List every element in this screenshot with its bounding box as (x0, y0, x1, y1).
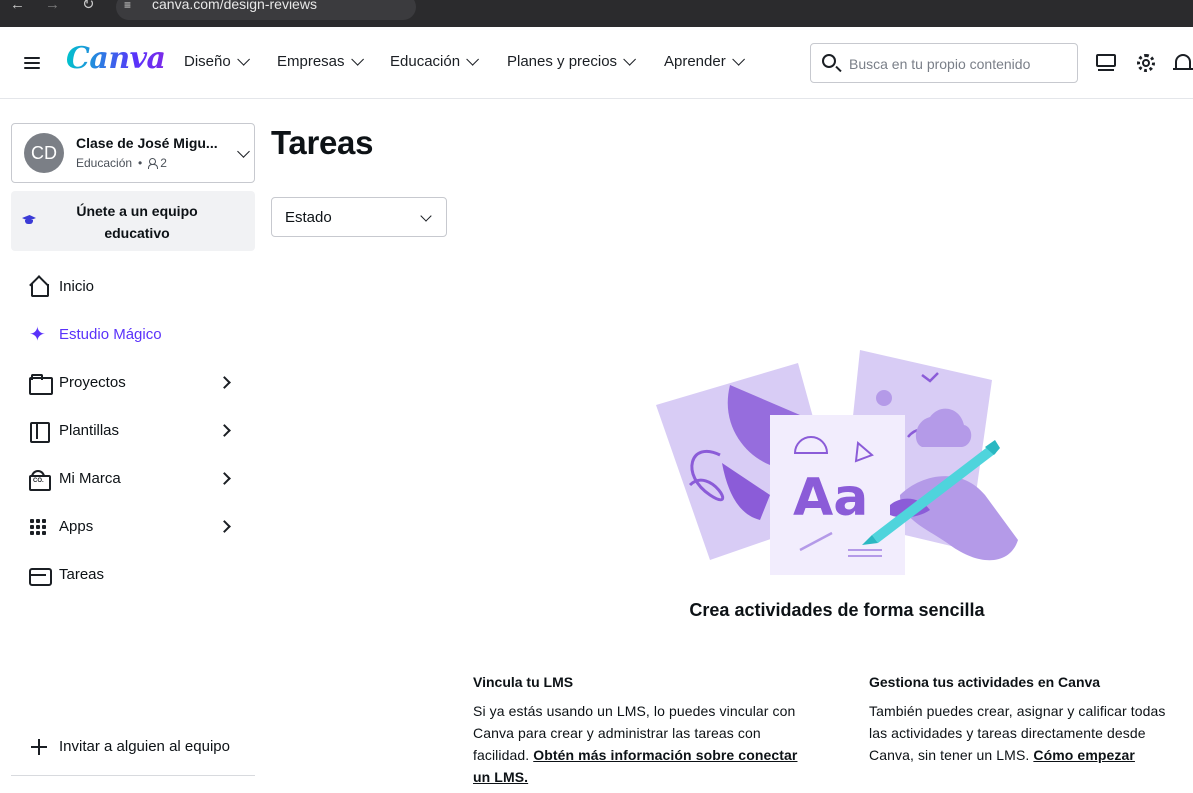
sidebar-item-proyectos[interactable]: Proyectos (11, 363, 255, 403)
menu-icon[interactable] (24, 57, 40, 69)
chevron-down-icon (731, 53, 745, 66)
url-text: canva.com/design-reviews (152, 0, 317, 12)
sparkle-icon: ✦ (29, 324, 46, 346)
manage-section: Gestiona tus actividades en Canva Tambié… (869, 674, 1187, 766)
sidebar-item-mi-marca[interactable]: Mi Marca (11, 459, 255, 499)
chevron-right-icon (218, 520, 231, 533)
chevron-down-icon (350, 53, 364, 66)
forward-arrow-icon[interactable]: → (45, 0, 63, 14)
divider (11, 775, 255, 776)
nav-diseno[interactable]: Diseño (184, 53, 250, 70)
assignments-illustration: Aa (656, 350, 1018, 575)
sidebar-item-tareas[interactable]: Tareas (11, 555, 255, 595)
sidebar-item-apps[interactable]: Apps (11, 507, 255, 547)
chevron-right-icon (218, 472, 231, 485)
chevron-down-icon (236, 53, 250, 66)
sidebar-item-label: Inicio (59, 278, 95, 295)
manage-description: También puedes crear, asignar y califica… (869, 700, 1187, 766)
nav-label: Aprender (664, 53, 726, 70)
person-icon (148, 158, 159, 169)
nav-label: Diseño (184, 53, 231, 70)
team-name: Clase de José Migu... (76, 135, 218, 151)
sidebar-item-inicio[interactable]: Inicio (11, 267, 255, 307)
sidebar-item-label: Estudio Mágico (59, 326, 162, 343)
lms-heading: Vincula tu LMS (473, 674, 574, 690)
browser-toolbar: ← → ↻ ≡ canva.com/design-reviews (0, 0, 1193, 27)
chevron-down-icon (420, 210, 432, 222)
chevron-down-icon (623, 53, 637, 66)
join-button-label: Únete a un equipo educativo (76, 203, 198, 241)
sidebar-item-label: Apps (59, 518, 94, 535)
reload-icon[interactable]: ↻ (82, 0, 100, 14)
chevron-right-icon (218, 376, 231, 389)
team-meta: Educación • 2 (76, 156, 167, 170)
invite-button[interactable]: Invitar a alguien al equipo (11, 727, 255, 767)
invite-label: Invitar a alguien al equipo (59, 738, 230, 755)
monitor-icon[interactable] (1095, 51, 1119, 75)
canva-logo[interactable]: Canva (66, 41, 166, 76)
inbox-icon (29, 565, 52, 586)
sidebar-item-estudio-magico[interactable]: ✦ Estudio Mágico (11, 315, 255, 355)
gear-icon[interactable] (1134, 51, 1158, 75)
illustration-aa-text: Aa (793, 468, 868, 528)
join-education-team-button[interactable]: Únete a un equipo educativo (11, 191, 255, 251)
graduation-cap-icon (22, 215, 36, 226)
nav-label: Empresas (277, 53, 345, 70)
template-icon (29, 421, 50, 443)
sidebar-item-label: Mi Marca (59, 470, 121, 487)
sidebar-item-label: Plantillas (59, 422, 120, 439)
nav-aprender[interactable]: Aprender (664, 53, 745, 70)
bell-icon[interactable] (1173, 51, 1193, 75)
nav-empresas[interactable]: Empresas (277, 53, 364, 70)
member-count: 2 (160, 156, 167, 170)
status-dropdown-value: Estado (285, 209, 332, 226)
top-header: Canva Diseño Empresas Educación Planes y… (0, 27, 1193, 99)
nav-educacion[interactable]: Educación (390, 53, 480, 70)
lms-description: Si ya estás usando un LMS, lo puedes vin… (473, 700, 813, 788)
illustration-hand (900, 476, 1018, 561)
manage-heading: Gestiona tus actividades en Canva (869, 674, 1101, 690)
chevron-down-icon (237, 145, 250, 158)
empty-state-title: Crea actividades de forma sencilla (689, 600, 985, 620)
search-input[interactable] (849, 53, 1071, 75)
nav-label: Planes y precios (507, 53, 618, 70)
search-box[interactable] (810, 43, 1078, 83)
folder-icon (29, 373, 53, 395)
chevron-right-icon (218, 424, 231, 437)
avatar: CD (24, 133, 64, 173)
team-switcher[interactable]: CD Clase de José Migu... Educación • 2 (11, 123, 255, 183)
illustration-sun (876, 390, 892, 406)
search-icon (822, 54, 836, 68)
site-settings-icon[interactable]: ≡ (124, 0, 131, 12)
nav-label: Educación (390, 53, 461, 70)
separator-dot: • (138, 156, 143, 170)
plus-icon (31, 739, 47, 755)
status-dropdown[interactable]: Estado (271, 197, 447, 237)
chevron-down-icon (466, 53, 480, 66)
sidebar-item-plantillas[interactable]: Plantillas (11, 411, 255, 451)
sidebar-item-label: Tareas (59, 566, 105, 583)
home-icon (29, 277, 49, 297)
back-arrow-icon[interactable]: ← (10, 0, 28, 14)
brand-kit-icon (29, 469, 51, 491)
lms-section: Vincula tu LMS Si ya estás usando un LMS… (473, 674, 813, 788)
apps-grid-icon (29, 517, 49, 537)
page-title: Tareas (271, 124, 374, 161)
sidebar-item-label: Proyectos (59, 374, 126, 391)
nav-planes[interactable]: Planes y precios (507, 53, 637, 70)
get-started-link[interactable]: Cómo empezar (1033, 747, 1135, 763)
team-type: Educación (76, 156, 133, 170)
